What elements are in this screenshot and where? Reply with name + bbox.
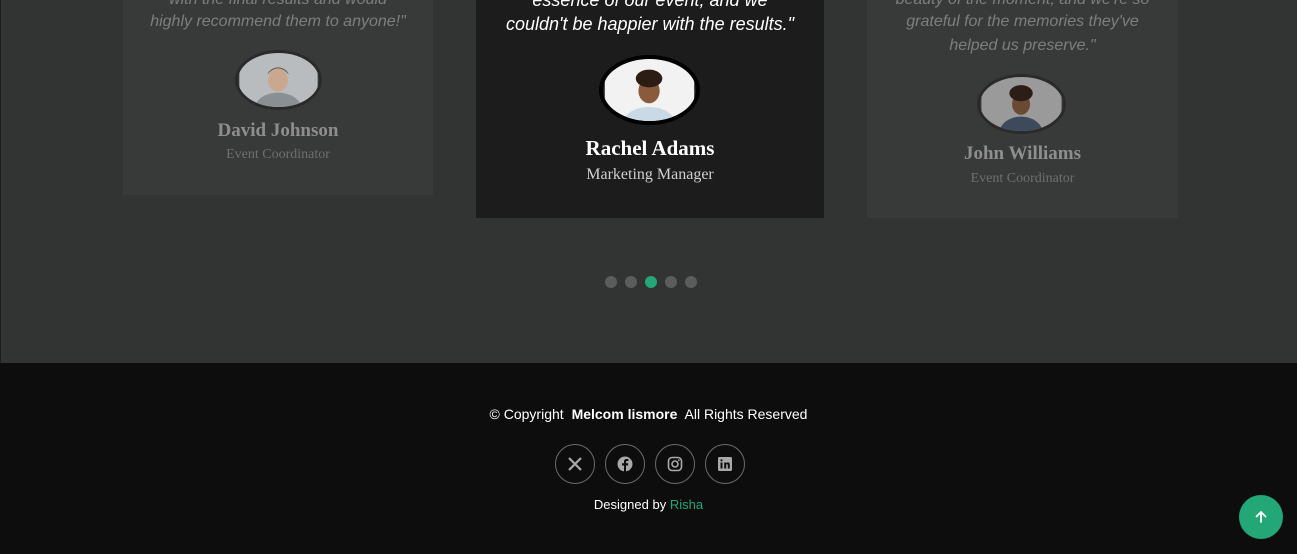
designer-link[interactable]: Risha [670, 497, 703, 512]
testimonial-quote-line: grateful for the memories they've [906, 13, 1139, 30]
social-links [555, 444, 745, 484]
facebook-link[interactable] [605, 444, 645, 484]
testimonial-card-active: essence of our event, and we couldn't be… [476, 0, 824, 218]
person-name: John Williams [963, 143, 1082, 164]
avatar [599, 55, 700, 125]
designed-by: Designed by Risha [0, 497, 1297, 512]
carousel-dot-active[interactable] [645, 276, 657, 288]
testimonial-quote-line: couldn't be happier with the results." [506, 14, 794, 34]
facebook-icon [617, 456, 633, 472]
testimonial-card: beauty of the moment, and we're so grate… [867, 0, 1178, 218]
person-role: Event Coordinator [970, 171, 1075, 186]
linkedin-link[interactable] [705, 444, 745, 484]
carousel-dot[interactable] [605, 276, 617, 288]
testimonial-quote-line: helped us preserve." [949, 37, 1096, 54]
testimonial-quote-line: highly recommend them to anyone!" [150, 13, 406, 30]
person-name: Rachel Adams [585, 136, 715, 160]
x-link[interactable] [555, 444, 595, 484]
carousel-dot[interactable] [685, 276, 697, 288]
testimonial-card: with the final results and would highly … [123, 0, 433, 195]
carousel-dot[interactable] [665, 276, 677, 288]
copyright-suffix: All Rights Reserved [684, 406, 808, 422]
brand-name: Melcom lismore [571, 406, 678, 422]
instagram-link[interactable] [655, 444, 695, 484]
designed-by-label: Designed by [593, 497, 667, 512]
person-role: Marketing Manager [586, 166, 714, 183]
instagram-icon [667, 456, 683, 472]
arrow-up-icon [1255, 511, 1267, 523]
copyright: © Copyright Melcom lismore All Rights Re… [0, 406, 1297, 422]
x-icon [568, 457, 582, 471]
carousel-dot[interactable] [625, 276, 637, 288]
person-name: David Johnson [217, 120, 339, 141]
linkedin-icon [718, 457, 732, 471]
testimonials-section: with the final results and would highly … [0, 0, 1297, 363]
avatar [235, 50, 322, 110]
avatar [977, 74, 1066, 134]
footer: © Copyright Melcom lismore All Rights Re… [0, 363, 1297, 554]
person-role: Event Coordinator [226, 147, 330, 162]
back-to-top-button[interactable] [1239, 495, 1283, 539]
copyright-prefix: © Copyright [489, 406, 564, 422]
